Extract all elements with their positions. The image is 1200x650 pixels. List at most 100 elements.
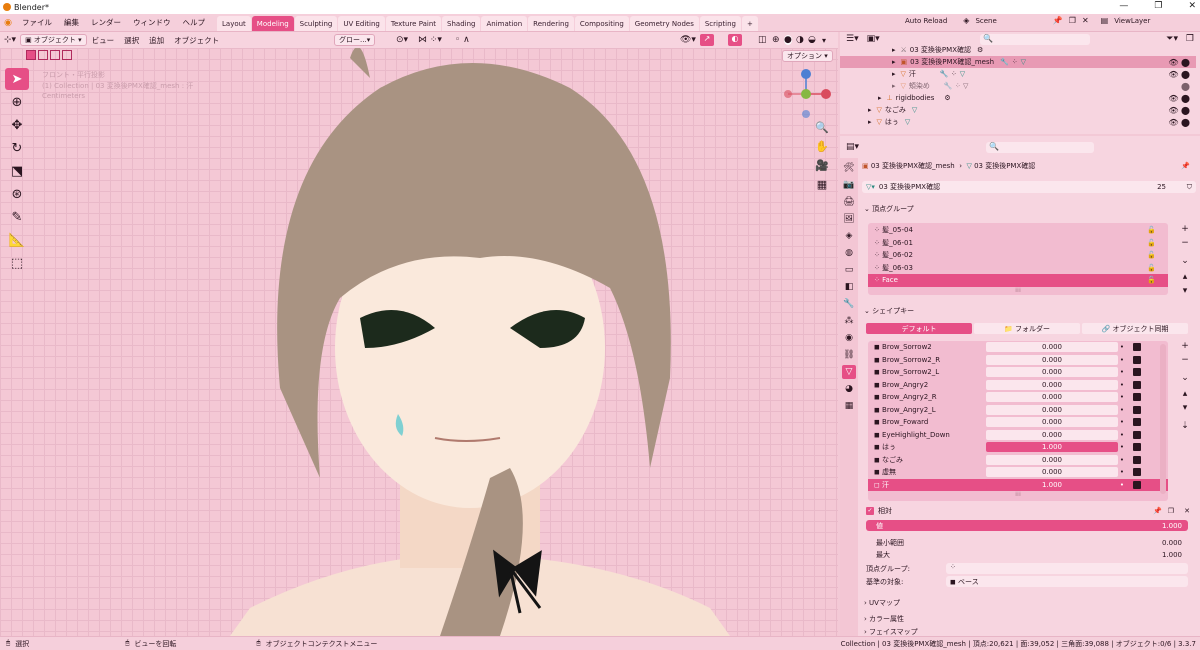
tab-shading[interactable]: Shading: [442, 16, 481, 31]
menu-help[interactable]: ヘルプ: [177, 17, 212, 28]
modifier-tab-icon[interactable]: 🔧: [842, 297, 856, 311]
tab-rendering[interactable]: Rendering: [528, 16, 574, 31]
lock-icon[interactable]: 🔓: [1147, 226, 1156, 234]
list-resize-handle[interactable]: ⁞⁞⁞: [868, 491, 1168, 498]
menu-add[interactable]: 追加: [144, 35, 169, 46]
visibility-eye-icon[interactable]: 👁 ⬤: [1168, 70, 1190, 79]
add-cube-tool-icon[interactable]: ⬚: [5, 252, 29, 274]
relative-to-field[interactable]: ◼ ベース: [946, 576, 1188, 587]
lock-icon[interactable]: 🔓: [1147, 239, 1156, 247]
shape-key-item[interactable]: ◼ Brow_Angry2 0.000 •: [868, 379, 1168, 392]
outliner-expand-icon[interactable]: ▸: [892, 46, 896, 54]
shading-options-icon[interactable]: ▾: [822, 36, 826, 45]
shape-key-mute-checkbox[interactable]: [1133, 468, 1141, 477]
visibility-camera-icon[interactable]: ⬤: [1181, 82, 1190, 91]
outliner-search-input[interactable]: 🔍: [980, 33, 1090, 45]
outliner-expand-icon[interactable]: ▸: [892, 82, 896, 90]
grid-toggle-icon[interactable]: ▦: [814, 178, 830, 194]
value-slider[interactable]: 値 1.000: [866, 520, 1188, 531]
tab-geometry-nodes[interactable]: Geometry Nodes: [629, 16, 699, 31]
tool-tab-icon[interactable]: 🛠: [842, 161, 856, 175]
remove-shape-key-icon[interactable]: −: [1178, 353, 1192, 367]
outliner-expand-icon[interactable]: ▸: [878, 94, 882, 102]
outliner-expand-icon[interactable]: ▸: [892, 58, 896, 66]
shape-key-value[interactable]: 0.000: [986, 467, 1118, 478]
constraints-tab-icon[interactable]: ⛓: [842, 348, 856, 362]
shape-key-mute-checkbox[interactable]: [1133, 343, 1141, 352]
scene-tab-icon[interactable]: ◈: [842, 229, 856, 243]
shape-key-mute-checkbox[interactable]: [1133, 393, 1141, 402]
menu-view[interactable]: ビュー: [87, 35, 120, 46]
shape-key-value[interactable]: 1.000: [986, 442, 1118, 453]
shape-key-value[interactable]: 0.000: [986, 367, 1118, 378]
max-row[interactable]: 最大 1.000: [866, 549, 1188, 560]
outliner-expand-icon[interactable]: ▸: [868, 118, 872, 126]
outliner-row[interactable]: ▸ ⊥ rigidbodies ⚙ 👁 ⬤: [840, 92, 1196, 104]
shape-key-value[interactable]: 0.000: [986, 379, 1118, 390]
shape-key-mute-checkbox[interactable]: [1133, 355, 1141, 364]
fake-user-shield-icon[interactable]: ⛉: [1187, 183, 1192, 192]
snap-icon[interactable]: ⋈ ⁘▾: [418, 35, 442, 45]
cursor-tool-icon[interactable]: ⊕: [5, 91, 29, 113]
pin-icon[interactable]: 📌: [1053, 16, 1063, 25]
maximize-icon[interactable]: ❐: [1154, 1, 1162, 11]
gizmo-z-axis[interactable]: [801, 69, 811, 79]
shape-key-item[interactable]: ◼ Brow_Sorrow2_R 0.000 •: [868, 354, 1168, 367]
move-up-icon[interactable]: ▴: [1178, 387, 1192, 401]
minimize-icon[interactable]: —: [1119, 1, 1128, 11]
object-tab-icon[interactable]: ◧: [842, 280, 856, 294]
scale-tool-icon[interactable]: ⬔: [5, 160, 29, 182]
shading-solid-icon[interactable]: ●: [784, 35, 792, 45]
tab-uv-editing[interactable]: UV Editing: [338, 16, 385, 31]
shape-key-mute-checkbox[interactable]: [1133, 443, 1141, 452]
tab-scripting[interactable]: Scripting: [699, 16, 741, 31]
tab-compositing[interactable]: Compositing: [574, 16, 629, 31]
shape-key-item[interactable]: ◼ Brow_Sorrow2_L 0.000 •: [868, 366, 1168, 379]
physics-tab-icon[interactable]: ◉: [842, 331, 856, 345]
menu-file[interactable]: ファイル: [16, 17, 58, 28]
shape-key-item[interactable]: ◼ EyeHighlight_Down 0.000 •: [868, 429, 1168, 442]
rotate-tool-icon[interactable]: ↻: [5, 137, 29, 159]
3d-viewport[interactable]: フロント・平行投影 (1) Collection | 03 変換後PMX確認_m…: [0, 48, 838, 636]
camera-icon[interactable]: 🎥: [814, 159, 830, 175]
select-tool-icon[interactable]: ➤: [5, 68, 29, 90]
close-icon[interactable]: ✕: [1188, 1, 1196, 11]
pan-hand-icon[interactable]: ✋: [814, 140, 830, 156]
face-maps-header[interactable]: › フェイスマップ: [864, 627, 1194, 636]
gizmo-y-axis[interactable]: [801, 89, 811, 99]
shape-key-scrollbar[interactable]: [1160, 344, 1166, 494]
tab-object-sync[interactable]: 🔗 オブジェクト同期: [1082, 323, 1188, 334]
options-button[interactable]: オプション ▾: [782, 50, 833, 62]
menu-window[interactable]: ウィンドウ: [127, 17, 177, 28]
outliner-row[interactable]: ▸ ▽ 汗 🔧 ⁘ ▽ 👁 ⬤: [840, 68, 1196, 80]
outliner-editor-type-icon[interactable]: ☰▾: [846, 34, 859, 44]
remove-vertex-group-icon[interactable]: −: [1178, 236, 1192, 250]
shape-key-mute-checkbox[interactable]: [1133, 455, 1141, 464]
vertex-group-item-selected[interactable]: ⁘ Face 🔓: [868, 274, 1168, 287]
outliner-row[interactable]: ▸ ⚔ 03 変換後PMX確認 ⚙: [840, 44, 1196, 56]
shape-key-item[interactable]: ◼ なごみ 0.000 •: [868, 454, 1168, 467]
data-block-selector[interactable]: ▽▾ 03 変換後PMX確認 25 ⛉: [862, 181, 1196, 193]
outliner-row[interactable]: ▸ ▽ はぅ ▽ 👁 ⬤: [840, 116, 1196, 128]
texture-tab-icon[interactable]: ▦: [842, 399, 856, 413]
vertex-groups-header[interactable]: ⌄ 頂点グループ: [864, 202, 1194, 216]
lock-icon[interactable]: 🔓: [1147, 264, 1156, 272]
shape-key-mute-checkbox[interactable]: [1133, 368, 1141, 377]
shading-material-icon[interactable]: ◑: [796, 35, 804, 45]
shape-key-specials-icon[interactable]: ⌄: [1178, 371, 1192, 385]
relative-checkbox[interactable]: ✓: [866, 507, 874, 515]
annotate-tool-icon[interactable]: ✎: [5, 206, 29, 228]
shape-key-item[interactable]: ◼ Brow_Foward 0.000 •: [868, 416, 1168, 429]
shape-key-value[interactable]: 1.000: [986, 479, 1118, 490]
color-attributes-header[interactable]: › カラー属性: [864, 612, 1194, 626]
zoom-icon[interactable]: 🔍: [814, 121, 830, 137]
select-invert-icon[interactable]: [62, 50, 72, 60]
remove-scene-icon[interactable]: ✕: [1082, 16, 1089, 25]
outliner-expand-icon[interactable]: ▸: [892, 70, 896, 78]
mode-selector[interactable]: ▣ オブジェクト ▾: [20, 34, 87, 46]
shape-key-list[interactable]: ◼ Brow_Sorrow2 0.000 • ◼ Brow_Sorrow2_R 0.0…: [868, 341, 1168, 501]
shape-key-mute-checkbox[interactable]: [1133, 380, 1141, 389]
particles-tab-icon[interactable]: ⁂: [842, 314, 856, 328]
shape-key-mute-checkbox[interactable]: [1133, 418, 1141, 427]
move-to-bottom-icon[interactable]: ⇣: [1178, 419, 1192, 433]
